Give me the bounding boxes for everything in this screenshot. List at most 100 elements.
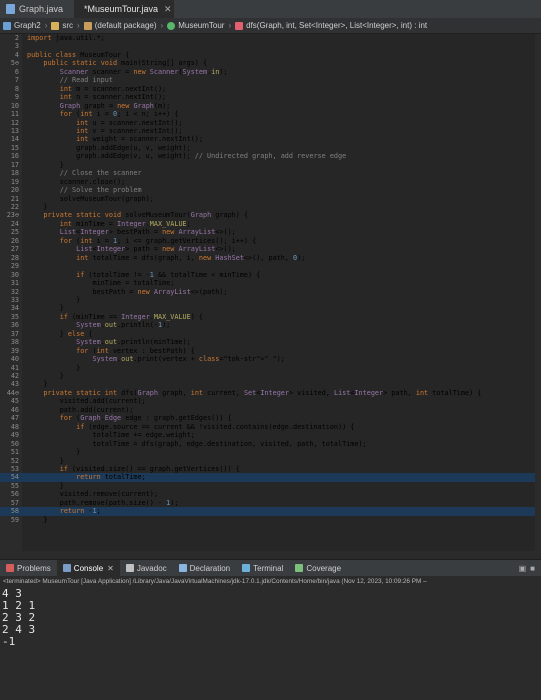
tab-terminal[interactable]: Terminal [236, 560, 289, 576]
line-number: 18 [10, 169, 19, 178]
code-text: private static void solveMuseumTour(Grap… [43, 211, 249, 220]
code-text: visited.remove(current); [27, 490, 158, 499]
breadcrumb-package[interactable]: (default package) [81, 21, 160, 30]
code-text: System.out.println(minTime); [76, 338, 191, 347]
line-number: 22 [10, 203, 19, 211]
line-number: 14 [10, 135, 19, 144]
code-line: 37 } else { [0, 330, 541, 338]
code-text: Scanner scanner = new Scanner(System.in)… [59, 67, 228, 76]
line-number: 4 [14, 50, 19, 59]
code-line: 51 } [0, 448, 541, 456]
code-text: System.out.println(-1); [76, 321, 171, 330]
close-tab-icon[interactable]: ✕ [164, 4, 172, 15]
breadcrumb-label: Graph2 [14, 21, 41, 30]
breadcrumb-src[interactable]: src [48, 21, 76, 30]
code-line: 11 for (int i = 0; i < n; i++) { [0, 110, 541, 118]
code-text: scanner.close(); [27, 177, 126, 186]
code-line: 56 visited.remove(current); [0, 490, 541, 498]
breadcrumb-class[interactable]: MuseumTour [164, 21, 227, 30]
console-actions: ▣ ■ [519, 564, 541, 573]
code-line: 55 } [0, 482, 541, 490]
line-number: 19 [10, 177, 19, 186]
tab-problems[interactable]: Problems [0, 560, 57, 576]
code-text: graph.addEdge(v, u, weight); // Undirect… [27, 152, 347, 161]
code-text: return totalTime; [76, 473, 146, 482]
code-line: 30 if (totalTime != -1 && totalTime < mi… [0, 271, 541, 279]
tab-coverage[interactable]: Coverage [289, 560, 347, 576]
terminate-icon[interactable]: ■ [530, 564, 535, 573]
line-number: 37 [10, 329, 19, 338]
code-text: import java.util.*; [27, 34, 105, 42]
folder-icon [51, 21, 60, 30]
code-line: 44⊖ private static int dfs(Graph graph, … [0, 389, 541, 397]
editor-scrollbar[interactable] [535, 34, 541, 551]
line-number: 39 [10, 346, 19, 355]
line-number: 57 [10, 498, 19, 507]
breadcrumb-label: MuseumTour [178, 21, 225, 30]
code-line: 6 Scanner scanner = new Scanner(System.i… [0, 68, 541, 76]
breadcrumb-label: (default package) [94, 21, 157, 30]
code-line: 16 graph.addEdge(v, u, weight); // Undir… [0, 152, 541, 160]
tab-declaration[interactable]: Declaration [173, 560, 236, 576]
line-number: 12 [10, 118, 19, 127]
tab-label: Console [73, 563, 104, 573]
declaration-icon [178, 564, 187, 572]
code-line: 34 } [0, 304, 541, 312]
code-line: 59 } [0, 516, 541, 524]
line-number: 8 [14, 84, 19, 93]
code-text: public static void main(String[] args) { [43, 59, 208, 68]
tab-javadoc[interactable]: Javadoc [120, 560, 173, 576]
tab-label: Declaration [189, 563, 231, 573]
tab-label: *MuseumTour.java [84, 4, 159, 14]
code-text: visited.add(current); [27, 397, 146, 406]
console-output[interactable]: 4 3 1 2 1 2 3 2 2 4 3 -1 [0, 587, 541, 700]
code-line: 25 List<Integer> bestPath = new ArrayLis… [0, 228, 541, 236]
code-text: // Solve the problem [59, 186, 142, 195]
breadcrumb-method[interactable]: dfs(Graph, int, Set<Integer>, List<Integ… [232, 21, 430, 30]
line-number: 48 [10, 422, 19, 431]
code-text: if (edge.source == current && !visited.c… [76, 422, 355, 431]
code-text: } [27, 295, 81, 304]
code-text: totalTime = dfs(graph, edge.destination,… [27, 439, 367, 448]
line-number: 21 [10, 194, 19, 203]
tab-museumtour-java[interactable]: *MuseumTour.java ✕ [74, 0, 174, 18]
code-text: return -1; [59, 507, 101, 516]
code-line: 8 int m = scanner.nextInt(); [0, 85, 541, 93]
breadcrumb-label: dfs(Graph, int, Set<Integer>, List<Integ… [246, 21, 428, 30]
tab-label: Terminal [253, 563, 284, 573]
tab-label: Javadoc [136, 563, 167, 573]
line-number: 7 [14, 76, 19, 85]
code-editor[interactable]: 2 import java.util.*; 3 4 public class Museu… [0, 34, 541, 551]
code-line: 45 visited.add(current); [0, 397, 541, 405]
ide-window: Graph.java *MuseumTour.java ✕ Graph2 › s… [0, 0, 541, 700]
code-text: minTime = totalTime; [27, 279, 175, 288]
code-text: graph.addEdge(u, v, weight); [27, 143, 191, 152]
code-line: 53 if (visited.size() == graph.getVertic… [0, 465, 541, 473]
code-line: 3 [0, 42, 541, 50]
breadcrumb-project[interactable]: Graph2 [0, 21, 44, 30]
code-line: 28 int totalTime = dfs(graph, i, new Has… [0, 254, 541, 262]
tab-graph-java[interactable]: Graph.java [0, 0, 74, 18]
javadoc-icon [125, 564, 134, 572]
project-icon [3, 21, 11, 30]
tab-console[interactable]: Console ✕ [56, 560, 120, 576]
close-tab-icon[interactable]: ✕ [107, 564, 114, 573]
code-line: 24 int minTime = Integer.MAX_VALUE; [0, 220, 541, 228]
code-line: 15 graph.addEdge(u, v, weight); [0, 144, 541, 152]
code-text: } else { [27, 329, 93, 338]
breadcrumb: Graph2 › src › (default package) › Museu… [0, 18, 541, 34]
code-text: } [27, 380, 48, 389]
code-text: for (int i = 1; i <= graph.getVertices()… [59, 236, 257, 245]
line-number: 44⊖ [6, 388, 19, 397]
code-text: int m = scanner.nextInt(); [59, 84, 167, 93]
clear-console-icon[interactable]: ▣ [519, 564, 527, 573]
code-line: 50 totalTime = dfs(graph, edge.destinati… [0, 440, 541, 448]
code-text: public class MuseumTour { [27, 50, 130, 59]
code-line: 43 } [0, 380, 541, 388]
console-line: -1 [2, 635, 16, 648]
code-line: 36 System.out.println(-1); [0, 321, 541, 329]
code-line: 35 if (minTime == Integer.MAX_VALUE) { [0, 313, 541, 321]
code-line: 38 System.out.println(minTime); [0, 338, 541, 346]
line-number: 41 [10, 363, 19, 372]
code-text: List<Integer> bestPath = new ArrayList<>… [59, 228, 236, 237]
